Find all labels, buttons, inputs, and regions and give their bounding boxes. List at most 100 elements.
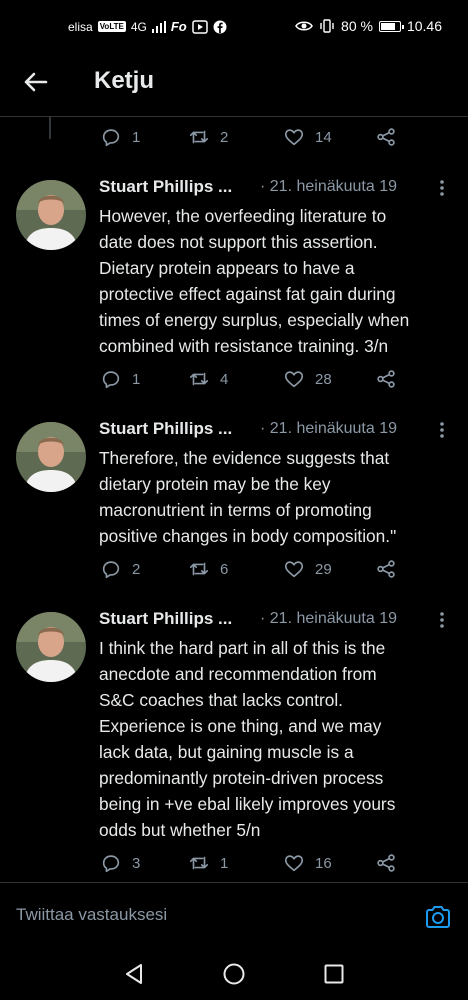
clock: 10.46 xyxy=(406,18,442,34)
status-left: elisa VoLTE 4G Fo xyxy=(68,19,227,34)
reply-count: 3 xyxy=(132,854,141,872)
vibrate-icon xyxy=(320,19,334,33)
more-icon xyxy=(440,422,444,438)
battery-level xyxy=(380,22,395,30)
profile-photo xyxy=(16,422,86,492)
back-arrow-icon xyxy=(24,72,48,92)
avatar[interactable] xyxy=(16,612,86,682)
share-button[interactable] xyxy=(375,852,397,874)
tweet[interactable]: Stuart Phillips ... · 21. heinäkuuta 19 … xyxy=(0,177,468,397)
nav-back-icon xyxy=(126,964,142,984)
camera-button[interactable] xyxy=(424,903,452,931)
back-button[interactable] xyxy=(20,66,52,98)
more-button[interactable] xyxy=(436,609,448,631)
tweet-text: However, the overfeeding literature to d… xyxy=(99,206,410,356)
like-button[interactable]: 16 xyxy=(283,852,332,874)
tweet-actions: 1 4 28 xyxy=(100,368,400,392)
nav-recents-icon xyxy=(324,964,344,984)
like-icon xyxy=(284,855,304,872)
more-button[interactable] xyxy=(436,419,448,441)
reply-icon xyxy=(102,561,120,579)
previous-tweet-actions: 1 2 14 xyxy=(100,126,400,150)
thread-line xyxy=(49,117,51,139)
more-button[interactable] xyxy=(436,177,448,199)
like-button[interactable]: 28 xyxy=(283,368,332,390)
tweet-date: · 21. heinäkuuta 19 xyxy=(260,178,397,195)
author-name[interactable]: Stuart Phillips ... xyxy=(99,609,232,629)
share-button[interactable] xyxy=(375,558,397,580)
tweet[interactable]: Stuart Phillips ... · 21. heinäkuuta 19 … xyxy=(0,609,468,879)
tweet-text: I think the hard part in all of this is … xyxy=(99,638,396,840)
share-icon xyxy=(377,560,395,578)
reply-icon xyxy=(102,371,120,389)
retweet-count: 6 xyxy=(220,560,229,578)
reply-icon xyxy=(102,855,120,873)
like-button[interactable]: 14 xyxy=(283,126,332,148)
profile-photo xyxy=(16,180,86,250)
retweet-count: 1 xyxy=(220,854,229,872)
tweet-actions: 2 6 29 xyxy=(100,558,400,582)
share-button[interactable] xyxy=(375,368,397,390)
like-count: 14 xyxy=(315,128,332,146)
youtube-icon xyxy=(192,19,208,34)
retweet-icon xyxy=(189,130,209,144)
status-right: 80 % 10.46 xyxy=(295,18,442,34)
eye-icon xyxy=(295,21,313,31)
like-icon xyxy=(284,561,304,578)
reply-count: 2 xyxy=(132,560,141,578)
retweet-button[interactable]: 6 xyxy=(188,558,228,580)
nav-home-icon xyxy=(223,963,245,985)
carrier-label: elisa xyxy=(68,19,93,34)
reply-button[interactable]: 3 xyxy=(100,852,140,874)
reply-count: 1 xyxy=(132,128,141,146)
author-name[interactable]: Stuart Phillips ... xyxy=(99,177,232,197)
share-icon xyxy=(377,854,395,872)
tweet-date: · 21. heinäkuuta 19 xyxy=(260,420,397,437)
nav-home-button[interactable] xyxy=(222,962,246,986)
more-icon xyxy=(440,180,444,196)
tweet-date: · 21. heinäkuuta 19 xyxy=(260,610,397,627)
network-label: 4G xyxy=(130,19,147,34)
reply-button[interactable]: 1 xyxy=(100,126,140,148)
reply-button[interactable]: 2 xyxy=(100,558,140,580)
signal-icon xyxy=(151,20,166,33)
retweet-count: 2 xyxy=(220,128,229,146)
nav-recents-button[interactable] xyxy=(322,962,346,986)
like-icon xyxy=(284,129,304,146)
nav-back-button[interactable] xyxy=(122,962,146,986)
reply-icon xyxy=(102,129,120,147)
header-divider xyxy=(0,116,468,117)
retweet-icon xyxy=(189,372,209,386)
retweet-icon xyxy=(189,562,209,576)
page-title: Ketju xyxy=(94,67,154,94)
facebook-icon xyxy=(213,20,227,33)
share-icon xyxy=(377,128,395,146)
like-count: 29 xyxy=(315,560,332,578)
battery-icon xyxy=(378,20,404,32)
avatar[interactable] xyxy=(16,180,86,250)
reply-button[interactable]: 1 xyxy=(100,368,140,390)
app-notification-labels: Fo xyxy=(170,19,187,34)
header: Ketju xyxy=(0,56,468,108)
retweet-button[interactable]: 1 xyxy=(188,852,228,874)
like-icon xyxy=(284,371,304,388)
retweet-button[interactable]: 4 xyxy=(188,368,228,390)
retweet-count: 4 xyxy=(220,370,229,388)
reply-input[interactable]: Twiittaa vastauksesi xyxy=(16,905,167,925)
volte-badge: VoLTE xyxy=(97,21,126,32)
tweet[interactable]: Stuart Phillips ... · 21. heinäkuuta 19 … xyxy=(0,419,468,589)
retweet-icon xyxy=(189,856,209,870)
reply-count: 1 xyxy=(132,370,141,388)
retweet-button[interactable]: 2 xyxy=(188,126,228,148)
avatar[interactable] xyxy=(16,422,86,492)
status-bar: elisa VoLTE 4G Fo 80 % 10.46 xyxy=(0,0,468,54)
reply-bar: Twiittaa vastauksesi xyxy=(0,882,468,950)
tweet-actions: 3 1 16 xyxy=(100,852,400,876)
battery-percent: 80 % xyxy=(341,18,373,34)
like-count: 28 xyxy=(315,370,332,388)
more-icon xyxy=(440,612,444,628)
camera-icon xyxy=(426,906,450,928)
share-button[interactable] xyxy=(375,126,397,148)
like-button[interactable]: 29 xyxy=(283,558,332,580)
author-name[interactable]: Stuart Phillips ... xyxy=(99,419,232,439)
